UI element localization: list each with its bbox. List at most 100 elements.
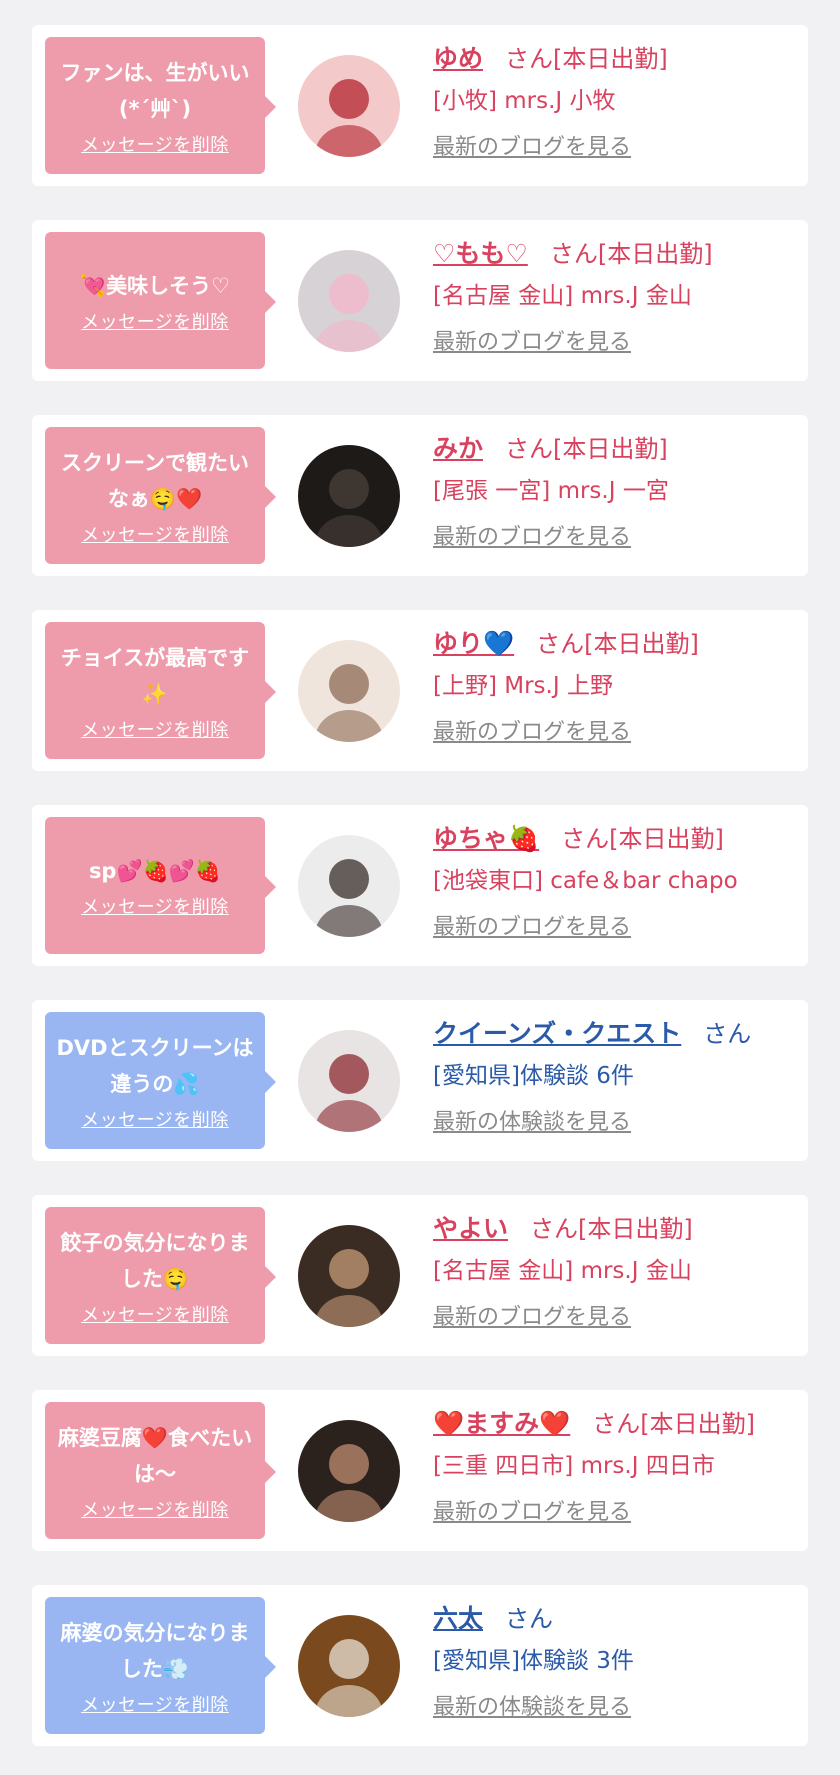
latest-post-link[interactable]: 最新の体験談を見る [433,1104,798,1136]
message-text: チョイスが最高です✨ [60,645,250,706]
sender-name-link[interactable]: ゆちゃ🍓 [433,819,539,855]
shop-info: [名古屋 金山] mrs.J 金山 [433,283,692,309]
avatar[interactable] [298,55,400,157]
delete-message-link[interactable]: メッセージを削除 [81,1106,229,1132]
avatar[interactable] [298,1030,400,1132]
message-card: 麻婆豆腐❤️食べたいは〜メッセージを削除 ❤️ますみ❤️ さん[本日出勤] [三重 四… [32,1390,808,1551]
message-text: 💘美味しそう♡ [80,273,230,298]
shop-info: [三重 四日市] mrs.J 四日市 [433,1453,715,1479]
sender-info: ♡もも♡ さん[本日出勤] [名古屋 金山] mrs.J 金山最新のブログを見る [433,234,798,356]
delete-message-link[interactable]: メッセージを削除 [81,1301,229,1327]
avatar[interactable] [298,1420,400,1522]
delete-message-link[interactable]: メッセージを削除 [81,308,229,334]
shop-info: [名古屋 金山] mrs.J 金山 [433,1258,692,1284]
latest-post-link[interactable]: 最新のブログを見る [433,909,798,941]
delete-message-link[interactable]: メッセージを削除 [81,521,229,547]
latest-post-link[interactable]: 最新のブログを見る [433,324,798,356]
message-bubble: sp💕🍓💕🍓 メッセージを削除 [45,817,276,954]
sender-suffix: さん [505,1605,554,1633]
sender-suffix: さん[本日出勤] [536,630,699,658]
message-text: 麻婆の気分になりました💨 [60,1620,250,1681]
sender-line: クイーンズ・クエスト さん [433,1014,798,1048]
sender-suffix: さん[本日出勤] [561,825,724,853]
avatar[interactable] [298,640,400,742]
shop-info: [愛知県]体験談 6件 [433,1063,634,1089]
sender-name-link[interactable]: みか [433,429,483,465]
sender-info: ゆり💙 さん[本日出勤] [上野] Mrs.J 上野 最新のブログを見る [433,624,798,746]
message-text: 餃子の気分になりました🤤 [60,1230,250,1291]
message-card: 餃子の気分になりました🤤 メッセージを削除 やよい さん[本日出勤] [名古屋 金山] … [32,1195,808,1356]
avatar[interactable] [298,835,400,937]
shop-info: [池袋東口] cafe＆bar chapo [433,868,738,894]
latest-post-link[interactable]: 最新のブログを見る [433,129,798,161]
sender-info: ゆめ さん[本日出勤] [小牧] mrs.J 小牧最新のブログを見る [433,39,798,161]
delete-message-link[interactable]: メッセージを削除 [81,1691,229,1717]
delete-message-link[interactable]: メッセージを削除 [81,131,229,157]
sender-info: ゆちゃ🍓 さん[本日出勤] [池袋東口] cafe＆bar chapo 最新のブログを… [433,819,798,941]
sender-line: ゆちゃ🍓 さん[本日出勤] [433,819,798,853]
sender-suffix: さん[本日出勤] [505,435,668,463]
message-card: sp💕🍓💕🍓 メッセージを削除 ゆちゃ🍓 さん[本日出勤] [池袋東口] cafe＆ba… [32,805,808,966]
sender-suffix: さん[本日出勤] [505,45,668,73]
message-bubble: DVDとスクリーンは違うの💦 メッセージを削除 [45,1012,276,1149]
sender-name-link[interactable]: ゆめ [433,39,483,75]
sender-suffix: さん[本日出勤] [530,1215,693,1243]
sender-suffix: さん[本日出勤] [549,240,713,268]
avatar[interactable] [298,1225,400,1327]
latest-post-link[interactable]: 最新のブログを見る [433,519,798,551]
latest-post-link[interactable]: 最新のブログを見る [433,1494,798,1526]
avatar-photo [298,835,400,937]
sender-name-link[interactable]: クイーンズ・クエスト [433,1014,681,1050]
delete-message-link[interactable]: メッセージを削除 [81,716,229,742]
message-bubble: 💘美味しそう♡ メッセージを削除 [45,232,276,369]
message-text: DVDとスクリーンは違うの💦 [56,1035,254,1096]
shop-info: [小牧] mrs.J 小牧 [433,88,616,114]
message-card: チョイスが最高です✨ メッセージを削除 ゆり💙 さん[本日出勤] [上野] Mrs.J … [32,610,808,771]
message-card: 💘美味しそう♡ メッセージを削除 ♡もも♡ さん[本日出勤] [名古屋 金山] mrs.… [32,220,808,381]
avatar-photo [298,640,400,742]
latest-post-link[interactable]: 最新のブログを見る [433,1299,798,1331]
sender-name-link[interactable]: 六太 [433,1599,483,1635]
avatar-photo [298,1225,400,1327]
message-card: スクリーンで観たいなぁ🤤❤️ メッセージを削除 みか さん[本日出勤] [尾張 一宮] … [32,415,808,576]
latest-post-link[interactable]: 最新の体験談を見る [433,1689,798,1721]
sender-info: 六太 さん [愛知県]体験談 3件最新の体験談を見る [433,1599,798,1721]
delete-message-link[interactable]: メッセージを削除 [81,893,229,919]
sender-line: ♡もも♡ さん[本日出勤] [433,234,798,268]
sender-line: やよい さん[本日出勤] [433,1209,798,1243]
avatar-photo [298,55,400,157]
sender-name-link[interactable]: ❤️ますみ❤️ [433,1404,570,1440]
sender-info: やよい さん[本日出勤] [名古屋 金山] mrs.J 金山最新のブログを見る [433,1209,798,1331]
shop-info: [尾張 一宮] mrs.J 一宮 [433,478,669,504]
message-card: DVDとスクリーンは違うの💦 メッセージを削除 クイーンズ・クエスト さん [愛知県]体… [32,1000,808,1161]
sender-line: ❤️ますみ❤️ さん[本日出勤] [433,1404,798,1438]
message-bubble: 麻婆の気分になりました💨 メッセージを削除 [45,1597,276,1734]
avatar[interactable] [298,1615,400,1717]
message-text: 麻婆豆腐❤️食べたいは〜 [57,1425,253,1486]
delete-message-link[interactable]: メッセージを削除 [81,1496,229,1522]
message-text: sp💕🍓💕🍓 [88,858,222,883]
sender-info: ❤️ますみ❤️ さん[本日出勤] [三重 四日市] mrs.J 四日市最新のブログを… [433,1404,798,1526]
message-card: 麻婆の気分になりました💨 メッセージを削除 六太 さん [愛知県]体験談 3件最新の体験… [32,1585,808,1746]
message-bubble: 餃子の気分になりました🤤 メッセージを削除 [45,1207,276,1344]
sender-line: ゆめ さん[本日出勤] [433,39,798,73]
avatar-photo [298,1615,400,1717]
message-bubble: チョイスが最高です✨ メッセージを削除 [45,622,276,759]
avatar[interactable] [298,250,400,352]
sender-name-link[interactable]: ゆり💙 [433,624,514,660]
sender-suffix: さん[本日出勤] [592,1410,755,1438]
message-text: スクリーンで観たいなぁ🤤❤️ [61,450,249,511]
avatar-photo [298,1420,400,1522]
latest-post-link[interactable]: 最新のブログを見る [433,714,798,746]
message-bubble: ファンは、生がいい(*´艸`) メッセージを削除 [45,37,276,174]
sender-name-link[interactable]: やよい [433,1209,508,1245]
sender-name-link[interactable]: ♡もも♡ [433,234,528,270]
message-bubble: スクリーンで観たいなぁ🤤❤️ メッセージを削除 [45,427,276,564]
message-bubble: 麻婆豆腐❤️食べたいは〜メッセージを削除 [45,1402,276,1539]
avatar-photo [298,250,400,352]
avatar[interactable] [298,445,400,547]
sender-suffix: さん [703,1020,752,1048]
message-text: ファンは、生がいい(*´艸`) [60,60,250,121]
sender-info: クイーンズ・クエスト さん [愛知県]体験談 6件最新の体験談を見る [433,1014,798,1136]
shop-info: [愛知県]体験談 3件 [433,1648,634,1674]
